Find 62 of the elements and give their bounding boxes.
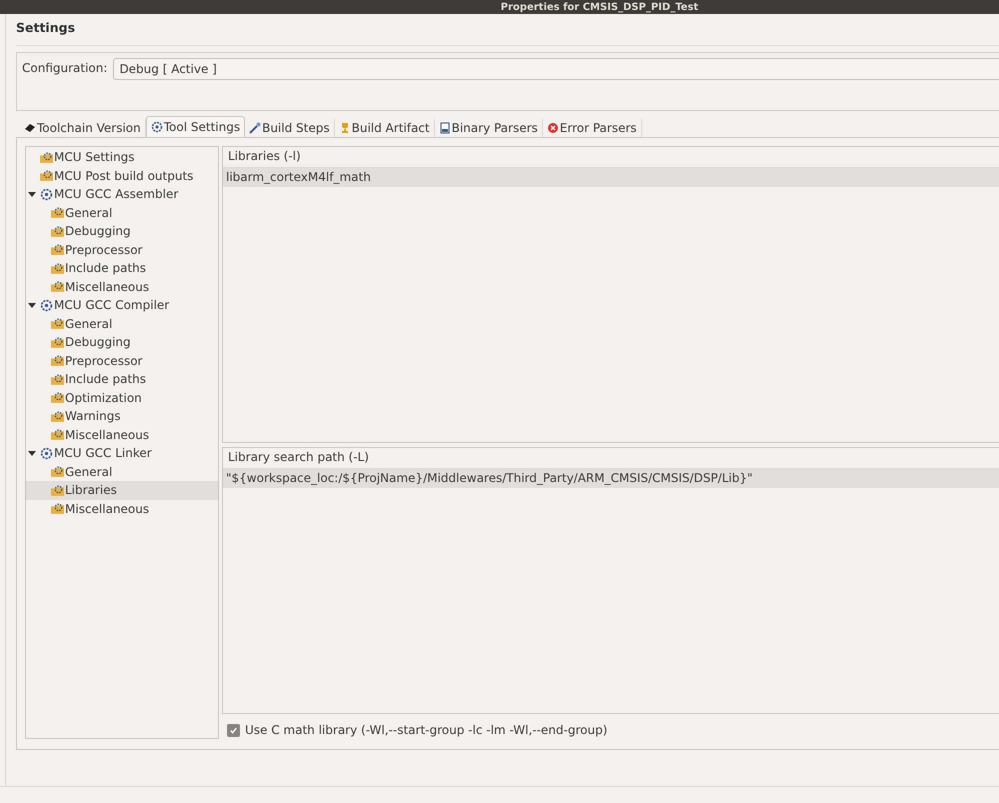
tree-item[interactable]: Miscellaneous	[26, 500, 218, 518]
tree-item[interactable]: MCU Post build outputs	[26, 166, 218, 185]
folder-gear-icon	[51, 243, 64, 256]
tree-item[interactable]: General	[26, 462, 218, 481]
folder-gear-icon	[51, 354, 64, 368]
folder-gear-icon	[40, 150, 53, 164]
tab[interactable]: Build Artifact	[334, 119, 435, 137]
folder-gear-icon	[40, 169, 53, 182]
tab[interactable]: Error Parsers	[542, 119, 642, 137]
wand-icon	[249, 122, 262, 134]
list-item[interactable]: "${workspace_loc:/${ProjName}/Middlewares/Third_Party/ARM_CMSIS/CMSIS/DSP/Lib}"	[223, 469, 999, 488]
tree-item[interactable]: Miscellaneous	[26, 426, 218, 444]
folder-gear-icon	[51, 484, 64, 497]
checkbox[interactable]	[227, 724, 240, 736]
folder-gear-icon	[51, 391, 64, 404]
folder-gear-icon	[51, 502, 64, 516]
folder-gear-icon	[51, 465, 64, 478]
tree-item[interactable]: Include paths	[26, 370, 218, 388]
folder-gear-icon	[51, 280, 64, 294]
folder-gear-icon	[51, 410, 64, 423]
folder-gear-icon	[51, 317, 64, 330]
tree-item[interactable]: Debugging	[26, 333, 218, 352]
configuration-dropdown[interactable]: Debug [ Active ]	[113, 58, 999, 80]
error-icon	[546, 122, 559, 134]
tree-item[interactable]: Debugging	[26, 222, 218, 240]
gear-icon	[40, 298, 53, 312]
tree-item[interactable]: General	[26, 204, 218, 222]
expander-icon[interactable]	[28, 301, 36, 310]
expander-icon[interactable]	[28, 449, 36, 458]
tab[interactable]: Binary Parsers	[434, 119, 543, 137]
folder-gear-icon	[51, 262, 64, 275]
tree-item[interactable]: MCU GCC Linker	[26, 444, 218, 462]
chip-icon	[24, 122, 36, 134]
checkbox-label: Use C math library (-Wl,--start-group -lc -lm -Wl,--end-group)	[245, 723, 608, 737]
folder-gear-icon	[51, 428, 64, 442]
tree-item[interactable]: Optimization	[26, 388, 218, 407]
tree-item[interactable]: Libraries	[26, 481, 218, 500]
folder-gear-icon	[51, 372, 64, 386]
tree-item[interactable]: MCU Settings	[26, 148, 218, 166]
tree-item[interactable]: General	[26, 314, 218, 333]
gear-icon	[40, 188, 53, 201]
folder-gear-icon	[51, 224, 64, 238]
document-icon	[438, 122, 451, 134]
folder-gear-icon	[51, 336, 64, 349]
tree-item[interactable]: Preprocessor	[26, 352, 218, 370]
tree-item[interactable]: Include paths	[26, 259, 218, 278]
tab[interactable]: Tool Settings	[146, 116, 246, 137]
settings-heading: Settings	[16, 18, 999, 46]
configuration-label: Configuration:	[22, 60, 108, 77]
tree-item[interactable]: Preprocessor	[26, 240, 218, 259]
tab[interactable]: Build Steps	[245, 119, 335, 137]
expander-icon[interactable]	[28, 190, 36, 198]
gear-icon	[150, 121, 163, 133]
checkmark-icon	[229, 726, 238, 734]
folder-gear-icon	[51, 206, 64, 220]
window-title: Properties for CMSIS_DSP_PID_Test	[500, 2, 698, 14]
list-item[interactable]: libarm_cortexM4lf_math	[223, 168, 999, 187]
tree-item[interactable]: MCU GCC Compiler	[26, 296, 218, 314]
gear-icon	[40, 446, 53, 460]
tree-item[interactable]: MCU GCC Assembler	[26, 185, 218, 204]
tree-item[interactable]: Warnings	[26, 407, 218, 426]
tree-item[interactable]: Miscellaneous	[26, 278, 218, 296]
